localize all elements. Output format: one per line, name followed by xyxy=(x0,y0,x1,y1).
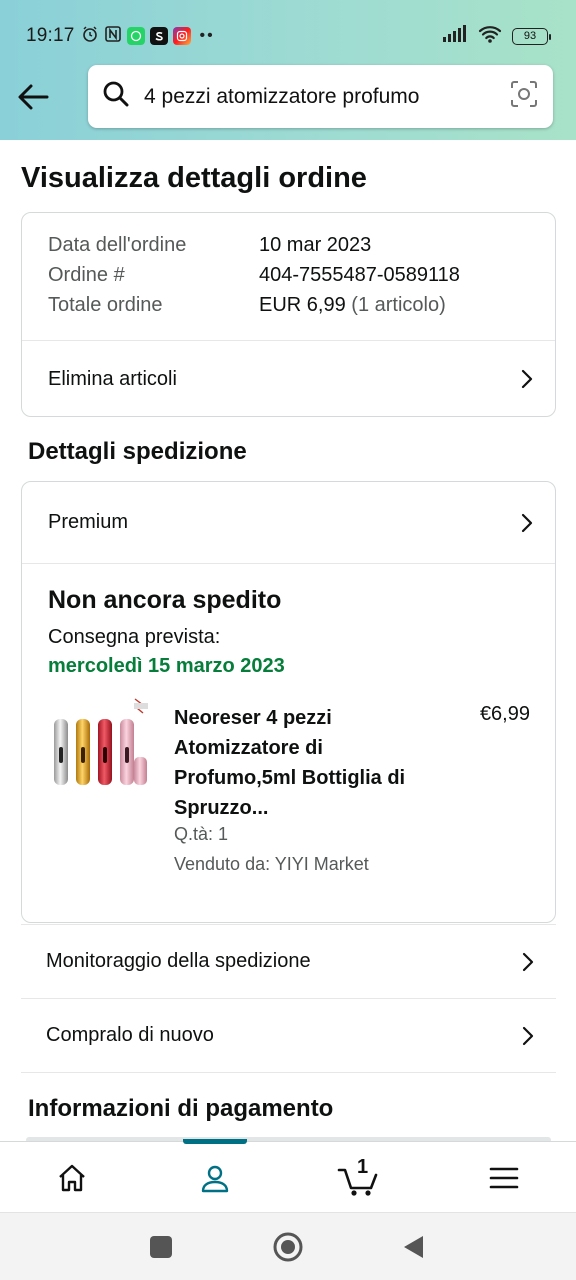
track-shipment-row[interactable]: Monitoraggio della spedizione xyxy=(21,924,556,998)
camera-search-icon[interactable] xyxy=(509,79,539,114)
wifi-icon xyxy=(478,25,502,48)
instagram-icon xyxy=(172,27,191,45)
chevron-right-icon xyxy=(521,513,533,532)
triangle-back-icon xyxy=(404,1236,423,1258)
order-total-items: (1 articolo) xyxy=(351,294,446,316)
shipping-section-title: Dettagli spedizione xyxy=(28,438,247,465)
whatsapp-icon xyxy=(126,27,145,45)
delivery-label: Consegna prevista: xyxy=(48,626,221,648)
app-s-icon xyxy=(149,27,168,45)
battery-indicator: 93 xyxy=(512,27,551,45)
recent-apps-button[interactable] xyxy=(145,1231,177,1263)
chevron-right-icon xyxy=(521,369,533,389)
status-time: 19:17 xyxy=(26,25,75,46)
search-icon xyxy=(102,80,130,113)
nav-cart[interactable]: 1 xyxy=(287,1142,431,1213)
more-notifications-icon: •• xyxy=(199,27,215,44)
order-number-value: 404-7555487-0589118 xyxy=(259,264,460,286)
system-nav-bar xyxy=(0,1212,576,1280)
shipment-card: Premium Non ancora spedito Consegna prev… xyxy=(21,481,556,923)
nav-account[interactable] xyxy=(143,1142,287,1213)
shipment-divider xyxy=(22,563,555,564)
home-icon xyxy=(59,1164,85,1191)
status-bar: 19:17 •• 93 xyxy=(26,22,551,50)
search-bar[interactable]: 4 pezzi atomizzatore profumo xyxy=(88,65,553,128)
signal-icon xyxy=(442,24,468,48)
shipping-service-row[interactable]: Premium xyxy=(22,482,555,563)
order-summary-card: Data dell'ordine 10 mar 2023 Ordine # 40… xyxy=(21,212,556,417)
buy-again-label: Compralo di nuovo xyxy=(46,1024,214,1046)
payment-section-title: Informazioni di pagamento xyxy=(28,1095,334,1122)
back-button[interactable] xyxy=(14,78,52,116)
delete-items-row[interactable]: Elimina articoli xyxy=(22,341,555,417)
order-total-value: EUR 6,99 (1 articolo) xyxy=(259,294,446,317)
product-seller: Venduto da: YIYI Market xyxy=(174,854,369,874)
bottom-nav: 1 xyxy=(0,1139,576,1213)
status-right: 93 xyxy=(442,24,551,48)
search-input[interactable]: 4 pezzi atomizzatore profumo xyxy=(144,85,509,109)
page-title: Visualizza dettagli ordine xyxy=(21,162,367,194)
back-arrow-icon xyxy=(18,84,49,110)
chevron-right-icon xyxy=(522,952,534,971)
order-number-label: Ordine # xyxy=(48,264,125,286)
product-image[interactable] xyxy=(48,695,156,805)
menu-icon xyxy=(489,1167,519,1188)
alarm-icon xyxy=(81,25,99,48)
buy-again-row[interactable]: Compralo di nuovo xyxy=(21,998,556,1072)
track-shipment-label: Monitoraggio della spedizione xyxy=(46,950,311,972)
product-quantity: Q.tà: 1 xyxy=(174,824,229,844)
home-system-button[interactable] xyxy=(272,1231,304,1263)
delivery-date: mercoledì 15 marzo 2023 xyxy=(48,655,285,677)
list-divider xyxy=(21,1072,556,1073)
shipment-status: Non ancora spedito xyxy=(48,586,282,614)
chevron-right-icon xyxy=(522,1026,534,1045)
shipping-service-label: Premium xyxy=(48,511,129,533)
back-system-button[interactable] xyxy=(397,1231,429,1263)
order-date-label: Data dell'ordine xyxy=(48,234,187,256)
product-title-link[interactable]: Neoreser 4 pezzi Atomizzatore di Profumo… xyxy=(174,703,434,823)
square-icon xyxy=(150,1236,172,1258)
circle-icon xyxy=(273,1232,303,1262)
nfc-icon xyxy=(104,25,122,48)
nav-home[interactable] xyxy=(0,1142,144,1213)
product-price: €6,99 xyxy=(479,703,530,725)
delete-items-label: Elimina articoli xyxy=(48,367,177,390)
top-bar: 19:17 •• 93 4 pezzi atomizzatore profumo xyxy=(0,0,576,140)
notification-icons: •• xyxy=(81,25,215,48)
order-total-amount: EUR 6,99 xyxy=(259,294,346,316)
cart-count: 1 xyxy=(357,1156,369,1178)
order-total-label: Totale ordine xyxy=(48,294,163,316)
account-icon xyxy=(201,1165,229,1192)
order-date-value: 10 mar 2023 xyxy=(259,234,372,256)
nav-menu[interactable] xyxy=(432,1142,576,1213)
